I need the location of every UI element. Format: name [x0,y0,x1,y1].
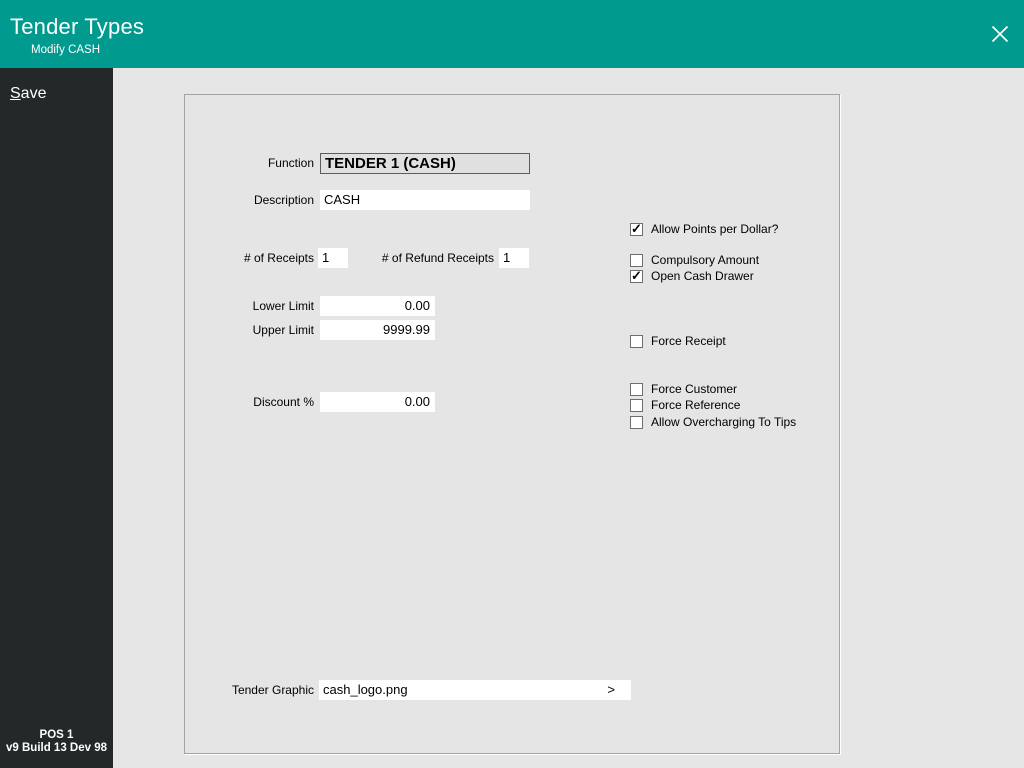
lower-limit-label: Lower Limit [252,299,314,313]
pos-station-label: POS 1 [39,729,74,741]
refund-receipts-field[interactable]: 1 [499,248,529,268]
main-area: Function TENDER 1 (CASH) Description CAS… [113,68,1024,768]
close-icon [991,25,1009,43]
discount-label: Discount % [253,395,314,409]
close-button[interactable] [986,20,1014,48]
checkbox-label: Allow Points per Dollar? [651,221,779,236]
upper-limit-label: Upper Limit [252,323,314,337]
checkbox-label: Force Reference [651,397,741,412]
save-button[interactable]: Save [10,85,46,103]
version-label: v9 Build 13 Dev 98 [6,742,107,754]
browse-arrow-icon[interactable]: > [607,680,615,700]
checkbox-force-reference[interactable]: Force Reference [630,398,740,412]
checkbox-label: Allow Overcharging To Tips [651,414,797,429]
save-label: ave [20,85,47,102]
checkbox-label: Force Receipt [651,333,726,348]
checkbox-icon[interactable] [630,382,643,396]
checkbox-icon[interactable] [630,334,643,348]
lower-limit-field[interactable]: 0.00 [320,296,435,316]
checkbox-icon[interactable] [630,398,643,412]
checkbox-compulsory-amount[interactable]: Compulsory Amount [630,253,759,267]
sidebar: Save POS 1 v9 Build 13 Dev 98 [0,68,113,768]
checkbox-label: Compulsory Amount [651,252,760,267]
checkbox-label: Open Cash Drawer [651,268,754,283]
checkbox-force-receipt[interactable]: Force Receipt [630,334,726,348]
refund-receipts-label: # of Refund Receipts [381,251,494,265]
checkbox-allow-points-per-dollar[interactable]: Allow Points per Dollar? [630,221,779,237]
function-label: Function [267,156,314,170]
checkbox-icon[interactable] [630,221,643,237]
page-subtitle: Modify CASH [31,44,101,56]
function-field: TENDER 1 (CASH) [320,153,530,174]
checkbox-allow-overcharging-to-tips[interactable]: Allow Overcharging To Tips [630,415,796,429]
form-panel: Function TENDER 1 (CASH) Description CAS… [184,94,840,754]
checkbox-label: Force Customer [651,381,738,396]
upper-limit-field[interactable]: 9999.99 [320,320,435,340]
checkbox-icon[interactable] [630,415,643,429]
tender-graphic-field[interactable]: cash_logo.png > [319,680,631,700]
sidebar-footer: POS 1 v9 Build 13 Dev 98 [0,729,113,755]
page-title: Tender Types [10,14,145,39]
description-field[interactable]: CASH [320,190,530,210]
receipts-label: # of Receipts [243,251,314,265]
header: Tender Types Modify CASH [0,0,1024,68]
checkbox-open-cash-drawer[interactable]: Open Cash Drawer [630,268,754,284]
checkbox-icon[interactable] [630,253,643,267]
save-accesskey: S [10,85,21,102]
discount-field[interactable]: 0.00 [320,392,435,412]
checkbox-force-customer[interactable]: Force Customer [630,382,737,396]
tender-graphic-label: Tender Graphic [231,683,314,697]
tender-graphic-value: cash_logo.png [323,682,408,697]
checkbox-icon[interactable] [630,268,643,284]
description-label: Description [253,193,314,207]
